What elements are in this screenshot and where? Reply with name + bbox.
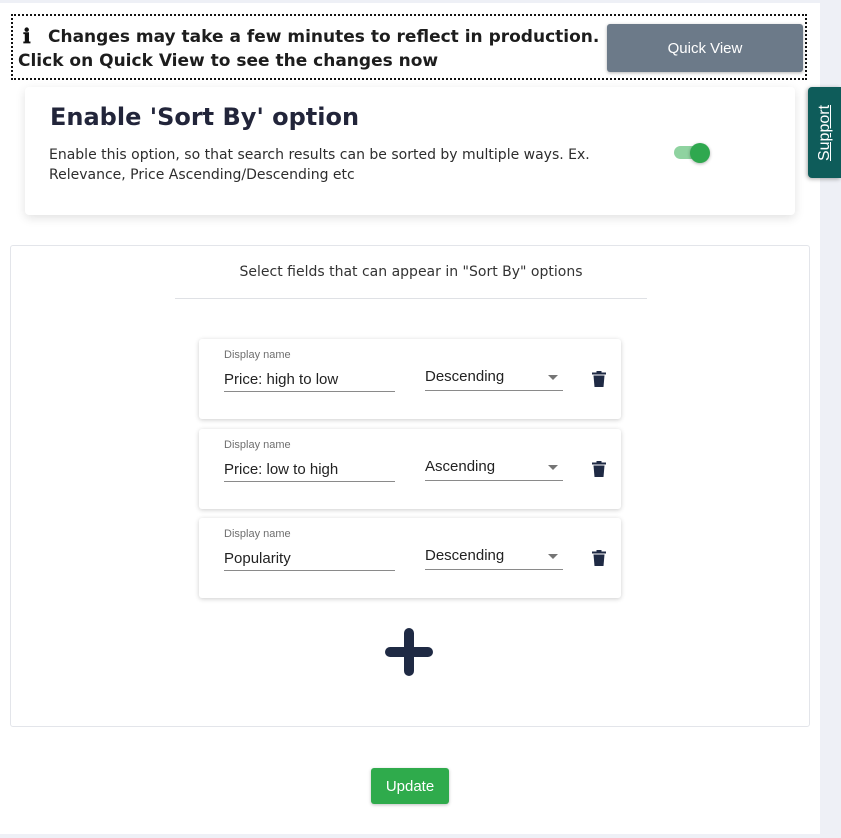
display-name-label: Display name [224,439,291,451]
divider [175,298,647,299]
sort-by-card: Enable 'Sort By' option Enable this opti… [25,87,795,215]
update-button[interactable]: Update [371,768,449,804]
plus-icon[interactable] [383,626,435,678]
trash-icon[interactable] [592,371,606,387]
display-name-input[interactable] [224,546,395,571]
chevron-down-icon [548,375,558,380]
support-tab[interactable]: Support [808,87,841,178]
sort-order-value: Descending [425,547,505,564]
sort-by-toggle[interactable] [674,142,710,163]
toggle-knob [690,143,710,163]
sort-order-select[interactable]: Descending [425,546,563,570]
sort-order-select[interactable]: Ascending [425,457,563,481]
sort-field-row: Display name Descending [199,518,621,598]
sort-by-title: Enable 'Sort By' option [50,103,360,131]
sort-field-row: Display name Ascending [199,429,621,509]
chevron-down-icon [548,465,558,470]
display-name-input[interactable] [224,367,395,392]
sort-fields-panel: Select fields that can appear in "Sort B… [10,245,810,727]
display-name-input[interactable] [224,457,395,482]
production-notice: ℹ Changes may take a few minutes to refl… [11,14,807,80]
panel-title: Select fields that can appear in "Sort B… [239,264,583,280]
trash-icon[interactable] [592,461,606,477]
bottom-edge [0,834,820,838]
display-name-label: Display name [224,528,291,540]
trash-icon[interactable] [592,550,606,566]
sort-field-row: Display name Descending [199,339,621,419]
notice-message: Changes may take a few minutes to reflec… [18,27,600,71]
display-name-label: Display name [224,349,291,361]
sort-order-value: Descending [425,368,505,385]
top-edge [0,0,820,3]
support-label[interactable]: Support [816,104,834,160]
quick-view-button[interactable]: Quick View [607,24,803,72]
sort-order-value: Ascending [425,458,496,475]
sort-order-select[interactable]: Descending [425,367,563,391]
sort-by-description: Enable this option, so that search resul… [49,147,590,183]
chevron-down-icon [548,554,558,559]
